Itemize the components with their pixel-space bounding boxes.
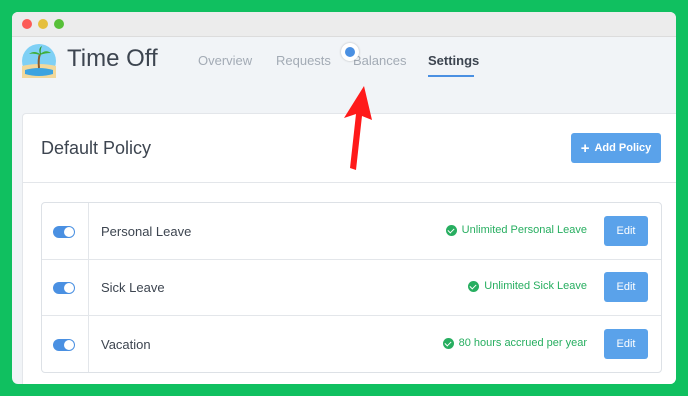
- tab-balances[interactable]: Balances: [353, 53, 406, 68]
- policy-name: Sick Leave: [101, 280, 165, 295]
- active-tab-indicator: [428, 75, 474, 77]
- policy-name: Vacation: [101, 337, 151, 352]
- policy-status: 80 hours accrued per year: [442, 337, 587, 349]
- panel-title: Default Policy: [41, 138, 152, 158]
- policy-status-text: 80 hours accrued per year: [458, 337, 587, 349]
- edit-policy-button[interactable]: Edit: [604, 216, 648, 246]
- policy-status: Unlimited Personal Leave: [445, 224, 587, 236]
- policy-name: Personal Leave: [101, 224, 192, 239]
- check-circle-icon: [442, 337, 454, 349]
- check-circle-icon: [445, 224, 457, 236]
- divider: [23, 182, 676, 183]
- toggle-cell: [42, 203, 89, 259]
- policy-enabled-toggle[interactable]: [53, 226, 75, 238]
- policy-enabled-toggle[interactable]: [53, 339, 75, 351]
- check-circle-icon: [468, 280, 480, 292]
- window-titlebar: [12, 12, 676, 37]
- policy-list: Personal Leave Unlimited Personal Leave …: [41, 202, 662, 373]
- policy-row: Vacation 80 hours accrued per year Edit: [42, 316, 661, 372]
- toggle-cell: [42, 316, 89, 372]
- tab-requests[interactable]: Requests: [276, 53, 331, 68]
- edit-policy-button[interactable]: Edit: [604, 272, 648, 302]
- policy-status: Unlimited Sick Leave: [468, 280, 587, 292]
- beach-island-icon: [22, 44, 56, 78]
- click-target-marker: [341, 43, 359, 61]
- add-policy-label: Add Policy: [594, 142, 652, 154]
- toggle-cell: [42, 259, 89, 315]
- close-window-button[interactable]: [22, 19, 32, 29]
- annotation-arrow-icon: [344, 86, 372, 170]
- app-window: Time Off Overview Requests Balances Sett…: [12, 12, 676, 384]
- tab-overview[interactable]: Overview: [198, 53, 252, 68]
- policy-status-text: Unlimited Sick Leave: [484, 280, 587, 292]
- tab-settings[interactable]: Settings: [428, 53, 479, 68]
- policy-status-text: Unlimited Personal Leave: [461, 224, 587, 236]
- minimize-window-button[interactable]: [38, 19, 48, 29]
- app-title: Time Off: [67, 45, 158, 72]
- policy-row: Personal Leave Unlimited Personal Leave …: [42, 203, 661, 260]
- policy-enabled-toggle[interactable]: [53, 282, 75, 294]
- edit-policy-button[interactable]: Edit: [604, 329, 648, 359]
- plus-icon: +: [580, 139, 590, 157]
- add-policy-button[interactable]: + Add Policy: [571, 133, 661, 163]
- policy-row: Sick Leave Unlimited Sick Leave Edit: [42, 259, 661, 316]
- maximize-window-button[interactable]: [54, 19, 64, 29]
